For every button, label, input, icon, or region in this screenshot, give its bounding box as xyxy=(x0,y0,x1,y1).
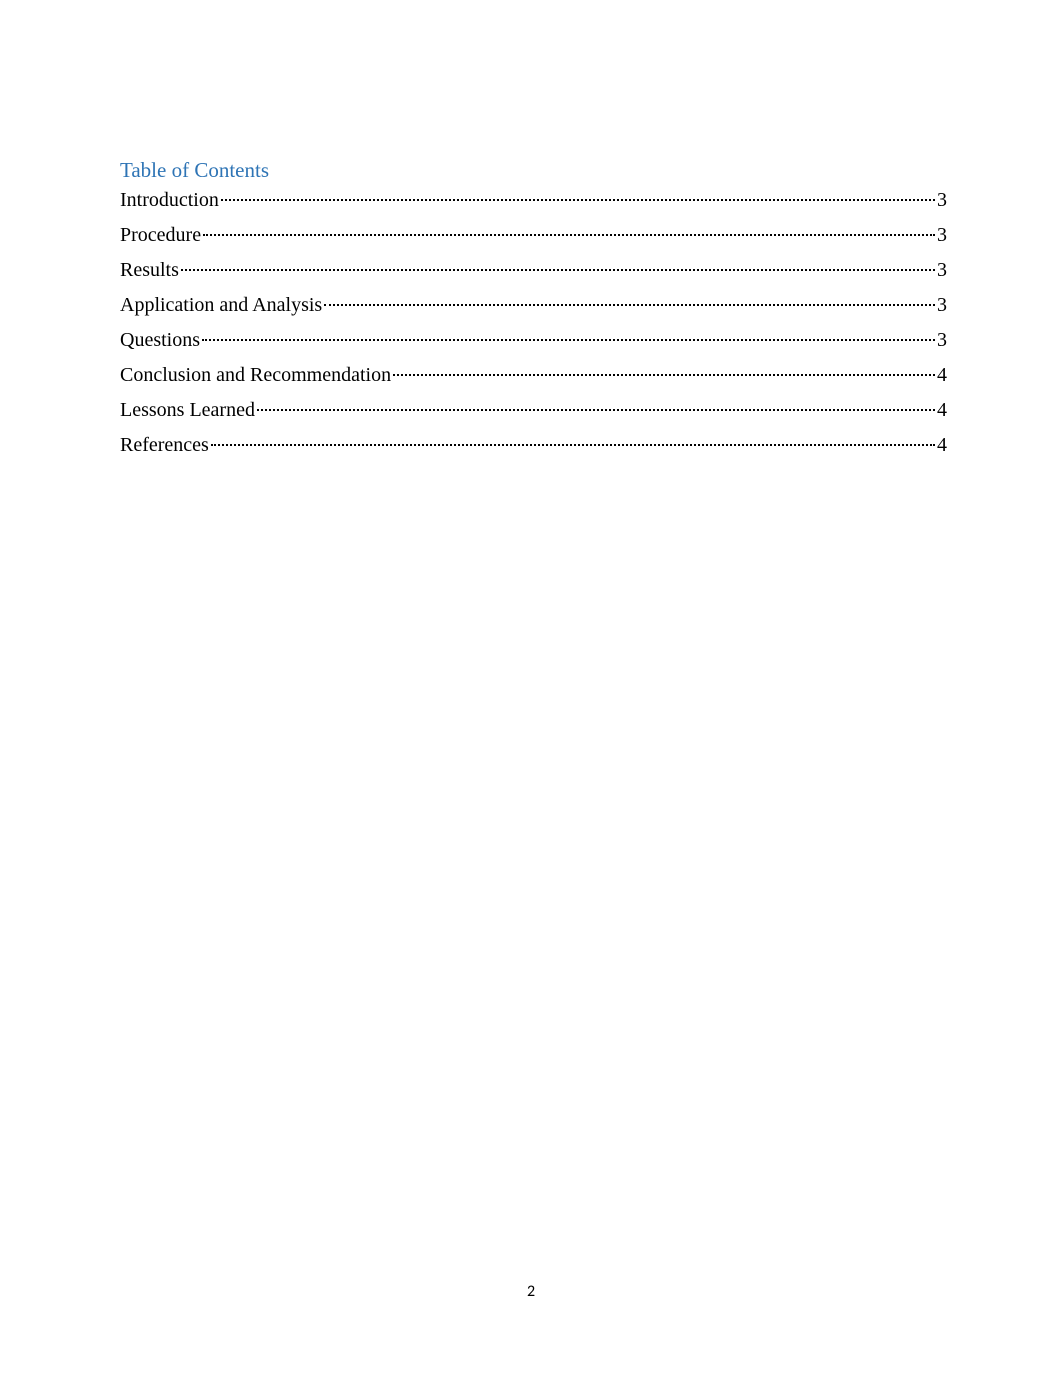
toc-entry-page: 3 xyxy=(937,255,947,286)
toc-list: Introduction 3 Procedure 3 Results 3 App… xyxy=(120,185,947,461)
toc-leader-dots xyxy=(257,409,935,411)
toc-entry-page: 3 xyxy=(937,220,947,251)
toc-leader-dots xyxy=(203,234,935,236)
toc-entry[interactable]: Conclusion and Recommendation 4 xyxy=(120,360,947,391)
toc-entry-page: 4 xyxy=(937,395,947,426)
toc-leader-dots xyxy=(324,304,935,306)
toc-entry-title: Conclusion and Recommendation xyxy=(120,360,391,391)
toc-entry[interactable]: Results 3 xyxy=(120,255,947,286)
toc-entry-title: References xyxy=(120,430,209,461)
toc-leader-dots xyxy=(202,339,935,341)
toc-entry-title: Application and Analysis xyxy=(120,290,322,321)
toc-entry[interactable]: Lessons Learned 4 xyxy=(120,395,947,426)
toc-entry[interactable]: Introduction 3 xyxy=(120,185,947,216)
toc-entry[interactable]: Questions 3 xyxy=(120,325,947,356)
toc-entry[interactable]: Procedure 3 xyxy=(120,220,947,251)
toc-leader-dots xyxy=(181,269,935,271)
toc-heading: Table of Contents xyxy=(120,158,947,183)
toc-leader-dots xyxy=(221,199,935,201)
toc-entry[interactable]: Application and Analysis 3 xyxy=(120,290,947,321)
page-content: Table of Contents Introduction 3 Procedu… xyxy=(0,0,1062,461)
toc-leader-dots xyxy=(211,444,935,446)
toc-entry-title: Introduction xyxy=(120,185,219,216)
toc-entry-page: 3 xyxy=(937,290,947,321)
page-number: 2 xyxy=(0,1282,1062,1301)
toc-leader-dots xyxy=(393,374,935,376)
toc-entry-title: Procedure xyxy=(120,220,201,251)
toc-entry-title: Results xyxy=(120,255,179,286)
toc-entry-page: 3 xyxy=(937,185,947,216)
toc-entry-title: Questions xyxy=(120,325,200,356)
toc-entry-page: 3 xyxy=(937,325,947,356)
toc-entry-title: Lessons Learned xyxy=(120,395,255,426)
toc-entry-page: 4 xyxy=(937,360,947,391)
toc-entry-page: 4 xyxy=(937,430,947,461)
toc-entry[interactable]: References 4 xyxy=(120,430,947,461)
